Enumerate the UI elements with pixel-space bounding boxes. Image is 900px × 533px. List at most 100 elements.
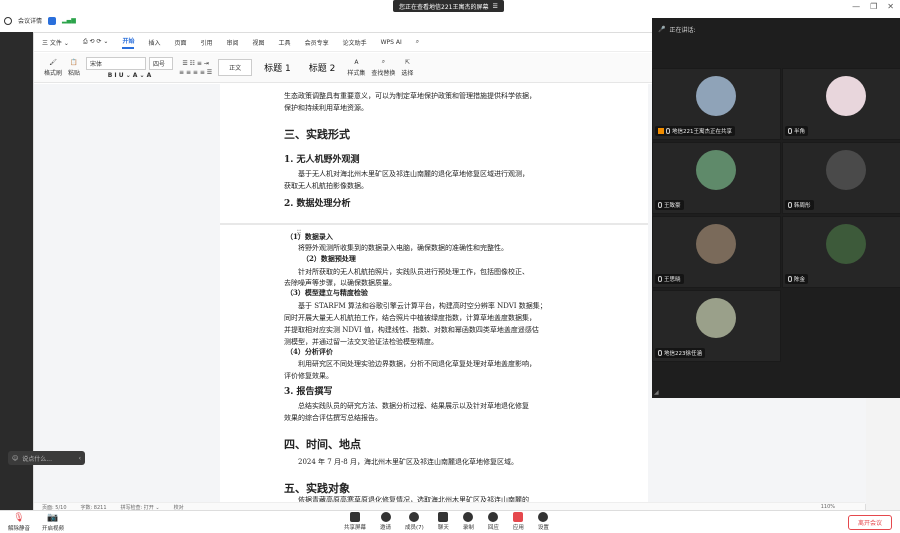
unmute-label: 解除静音 (8, 526, 31, 532)
find-replace-button[interactable]: ⌕ 查找替换 (371, 58, 395, 77)
doc-text: 生态政策调整具有重要意义，可以为制定草地保护政策和管理措施提供科学依据， (284, 92, 536, 100)
resize-handle-icon[interactable]: ◢ (654, 389, 659, 396)
avatar (826, 150, 866, 190)
signal-icon[interactable]: ▂▄▆ (62, 17, 76, 24)
styles-set-button[interactable]: A 样式集 (347, 59, 365, 77)
avatar (696, 298, 736, 338)
item-heading: （1）数据录入 (286, 232, 333, 241)
font-name-select[interactable]: 宋体 (86, 56, 147, 70)
wps-tab-ai[interactable]: WPS AI (381, 39, 402, 46)
meeting-toolbar: 🎙 解除静音 📷 开启视频 共享屏幕 邀请 成员(7) 聊天 录制 回应 应用 设置… (0, 510, 900, 533)
settings-button[interactable]: 设置 (538, 512, 549, 531)
chat-label: 聊天 (437, 525, 449, 531)
style-heading1[interactable]: 标题 1 (258, 59, 297, 76)
font-size-select[interactable]: 四号 (149, 56, 174, 70)
shield-icon[interactable] (48, 16, 57, 25)
participant-tile[interactable]: 地信223徐任涵 (652, 290, 781, 362)
leave-meeting-button[interactable]: 离开会议 (848, 515, 892, 530)
wps-tab-insert[interactable]: 插入 (148, 38, 160, 47)
restore-icon[interactable]: ❐ (870, 2, 877, 11)
emoji-icon[interactable]: ☺ (12, 455, 18, 462)
doc-text: 2024 年 7 月-8 月，海北州木里矿区及祁连山南麓退化草地修复区域。 (298, 458, 518, 466)
wps-tab-member[interactable]: 会员专享 (305, 38, 329, 47)
doc-text: 保护和持续利用草地资源。 (284, 104, 368, 112)
wps-menu-file[interactable]: 三 文件 ⌄ (42, 38, 69, 47)
style-heading2[interactable]: 标题 2 (303, 59, 342, 76)
select-button[interactable]: ⇱ 选择 (401, 59, 413, 77)
mic-icon (666, 128, 670, 134)
quick-icons[interactable]: ⎙ ⟲ ⟳ ⌄ (83, 38, 109, 46)
start-video-button[interactable]: 📷 开启视频 (42, 513, 64, 532)
participant-tile[interactable]: 陈金 (782, 216, 900, 288)
paste-button[interactable]: 📋 粘贴 (68, 59, 80, 77)
wps-tab-paper[interactable]: 论文助手 (343, 38, 367, 47)
reaction-button[interactable]: 回应 (488, 512, 499, 531)
wps-tab-page[interactable]: 页面 (174, 38, 186, 47)
clipboard-icon: 📋 (70, 58, 78, 66)
wps-tab-review[interactable]: 审阅 (227, 38, 239, 47)
members-button[interactable]: 成员(7) (405, 512, 424, 531)
drag-handle-icon[interactable]: ⠿ (296, 229, 302, 238)
mic-icon (788, 128, 792, 134)
doc-text: 评价修复效果。 (284, 372, 333, 380)
meeting-info[interactable]: 会议详情 ▂▄▆ (4, 16, 76, 25)
item-heading: （2）数据预处理 (302, 254, 356, 263)
format-painter-button[interactable]: 🖌 格式刷 (44, 59, 62, 77)
document-page[interactable]: 生态政策调整具有重要意义，可以为制定草地保护政策和管理措施提供科学依据， 保护和… (220, 84, 648, 504)
styles-icon: A (354, 58, 359, 66)
wps-tab-view[interactable]: 视图 (253, 38, 265, 47)
record-label: 录制 (462, 525, 474, 531)
mic-icon (658, 276, 662, 282)
close-icon[interactable]: ✕ (887, 2, 894, 11)
participant-tile[interactable]: 半角 (782, 68, 900, 140)
avatar (826, 224, 866, 264)
toolbar-left: 🎙 解除静音 📷 开启视频 (8, 513, 64, 532)
shared-screen-left-edge (0, 32, 33, 510)
participant-tile[interactable]: 王致豪 (652, 142, 781, 214)
minimize-icon[interactable]: — (852, 2, 860, 11)
find-replace-label: 查找替换 (371, 70, 396, 77)
search-icon[interactable]: ⌕ (416, 38, 419, 46)
page-break (220, 223, 648, 225)
share-screen-icon (350, 512, 360, 522)
chat-icon (438, 512, 449, 522)
wps-tab-tools[interactable]: 工具 (279, 38, 291, 47)
mic-icon (658, 350, 662, 356)
participant-name-text: 地信223徐任涵 (664, 351, 702, 357)
style-body[interactable]: 正文 (218, 59, 253, 76)
members-label: 成员(7) (405, 525, 424, 531)
doc-text: 总结实践队员的研究方法、数据分析过程、结果展示以及针对草地退化修复 (298, 402, 529, 410)
screen-share-icon: ☰ (492, 2, 498, 10)
wps-tab-reference[interactable]: 引用 (201, 38, 213, 47)
participant-name: 王思晓 (655, 274, 684, 284)
font-format-buttons[interactable]: B I U ⌄ A ⌄ A (108, 72, 152, 79)
participant-name-text: 地信221王寓杰正在共享 (672, 129, 732, 135)
participant-name-text: 陈金 (794, 277, 806, 283)
invite-button[interactable]: 邀请 (380, 512, 391, 531)
section-heading: 三、实践形式 (284, 128, 350, 141)
invite-label: 邀请 (380, 525, 392, 531)
speaker-icon: 🎤 (658, 25, 666, 33)
participant-tile[interactable]: 地信221王寓杰正在共享 (652, 68, 781, 140)
paragraph-controls[interactable]: ☰ ☷ ≡ ⇥ ≡ ≡ ≡ ≡ ☰ (179, 60, 212, 76)
avatar (826, 76, 866, 116)
cursor-icon: ⇱ (404, 58, 410, 66)
participant-tile[interactable]: 王思晓 (652, 216, 781, 288)
doc-text: 并提取相对应实测 NDVI 值，构建线性、指数、对数和幂函数四类草地盖度遥感估 (284, 326, 539, 334)
share-screen-button[interactable]: 共享屏幕 (344, 512, 366, 531)
participant-tile[interactable]: 韩周彤 (782, 142, 900, 214)
chat-input[interactable]: ☺ 说点什么... ‹ (8, 451, 85, 465)
wps-tab-home[interactable]: 开始 (122, 36, 135, 49)
doc-text: 利用研究区不同处理实验边界数据，分析不同退化草复处理对草地盖度影响， (298, 360, 536, 368)
mic-muted-icon: 🎙 (13, 513, 25, 523)
apps-button[interactable]: 应用 (513, 512, 524, 531)
unmute-button[interactable]: 🎙 解除静音 (8, 513, 30, 532)
mic-icon (788, 276, 792, 282)
host-badge-icon (658, 128, 664, 134)
collapse-icon[interactable]: ‹ (79, 455, 81, 462)
brush-icon: 🖌 (49, 58, 57, 66)
settings-icon (538, 512, 549, 522)
record-button[interactable]: 录制 (463, 512, 474, 531)
chat-button[interactable]: 聊天 (438, 512, 449, 531)
item-heading: （3）模型建立与精度检验 (286, 288, 368, 297)
